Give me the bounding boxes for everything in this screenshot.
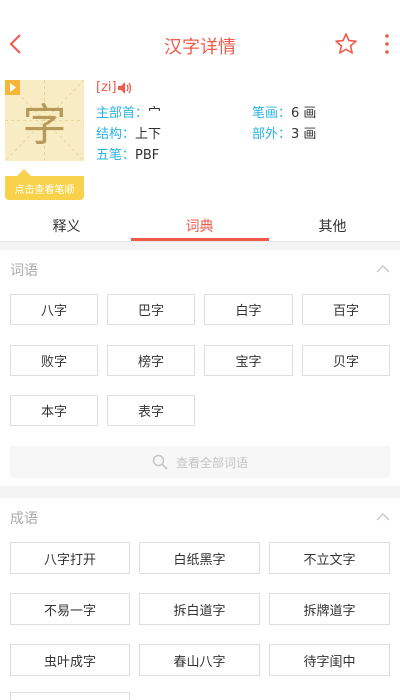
view-all-words-label: 查看全部词语 [175, 455, 248, 470]
idiom-item[interactable]: 白纸黑字 [139, 542, 260, 574]
words-section-title: 词语 [10, 263, 38, 279]
word-item[interactable]: 表字 [107, 395, 195, 426]
word-item[interactable]: 本字 [10, 395, 98, 426]
structure-row: 结构：上下 [96, 123, 161, 142]
tab-other[interactable]: 其他 [266, 216, 399, 236]
wubi-row: 五笔：PBF [96, 144, 159, 163]
idiom-item[interactable]: 虫叶成字 [10, 644, 130, 676]
word-item[interactable]: 八字 [10, 294, 98, 325]
radical-value: 宀 [148, 106, 162, 121]
more-vertical-icon[interactable] [380, 32, 394, 56]
word-item[interactable]: 榜字 [107, 345, 195, 376]
search-icon [152, 454, 168, 470]
chevron-up-icon[interactable] [376, 264, 390, 274]
active-tab-indicator [131, 238, 269, 241]
pinyin: [zi] [96, 80, 117, 95]
idiom-item[interactable]: 拆牌道字 [269, 593, 390, 625]
word-item[interactable]: 贝字 [302, 345, 390, 376]
tab-bar: 释义 词典 其他 [0, 206, 400, 242]
strokes-label: 笔画： [252, 106, 292, 121]
outside-strokes-row: 部外：3 画 [252, 123, 316, 142]
strokes-row: 笔画：6 画 [252, 102, 316, 121]
idiom-item[interactable]: 待字闺中 [269, 644, 390, 676]
word-item[interactable]: 百字 [302, 294, 390, 325]
star-icon[interactable] [334, 32, 358, 56]
idiom-item[interactable]: 不立文字 [269, 542, 390, 574]
idiom-item-partial[interactable] [10, 692, 130, 700]
word-item[interactable]: 白字 [204, 294, 293, 325]
radical-label: 主部首： [96, 106, 149, 121]
word-item[interactable]: 败字 [10, 345, 98, 376]
chevron-up-icon[interactable] [376, 512, 390, 522]
word-item[interactable]: 宝字 [204, 345, 293, 376]
strokes-value: 6 画 [291, 106, 317, 121]
wubi-value: PBF [135, 148, 160, 163]
stroke-order-button[interactable]: 点击查看笔顺 [5, 169, 84, 200]
tab-dictionary[interactable]: 词典 [133, 216, 266, 236]
outside-strokes-value: 3 画 [291, 127, 317, 142]
play-icon[interactable] [5, 80, 20, 95]
radical-row: 主部首：宀 [96, 102, 161, 121]
word-item[interactable]: 巴字 [107, 294, 195, 325]
tab-definition[interactable]: 释义 [0, 216, 133, 236]
speaker-icon[interactable] [117, 81, 133, 95]
idiom-item[interactable]: 春山八字 [139, 644, 260, 676]
outside-strokes-label: 部外： [252, 127, 292, 142]
structure-label: 结构： [96, 127, 136, 142]
idiom-item[interactable]: 不易一字 [10, 593, 130, 625]
top-bar: 汉字详情 [0, 0, 400, 88]
wubi-label: 五笔： [96, 148, 136, 163]
idiom-item[interactable]: 八字打开 [10, 542, 130, 574]
view-all-words-button[interactable]: 查看全部词语 [10, 446, 390, 478]
idiom-item[interactable]: 拆白道字 [139, 593, 260, 625]
structure-value: 上下 [135, 127, 162, 142]
idioms-section-title: 成语 [10, 511, 38, 527]
